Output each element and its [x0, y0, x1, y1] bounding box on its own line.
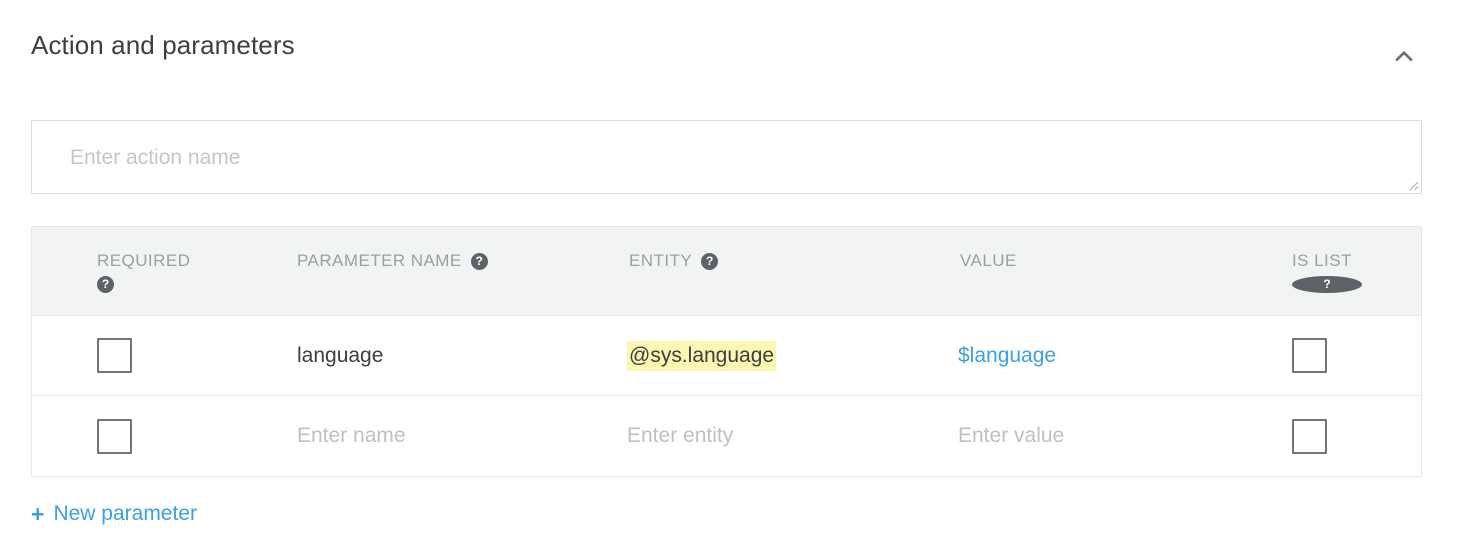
- column-header-is-list: IS LIST ?: [1196, 227, 1421, 315]
- column-header-required: REQUIRED ?: [32, 227, 202, 315]
- cell-parameter-name[interactable]: language: [202, 316, 534, 395]
- cell-entity[interactable]: Enter entity: [534, 396, 865, 476]
- required-checkbox[interactable]: [97, 419, 132, 454]
- column-header-label: VALUE: [960, 250, 1017, 272]
- column-header-label: ENTITY: [629, 250, 692, 272]
- required-checkbox[interactable]: [97, 338, 132, 373]
- collapse-section-button[interactable]: [1380, 32, 1428, 80]
- table-header-row: REQUIRED ? PARAMETER NAME ? ENTITY ? VAL…: [32, 227, 1421, 316]
- plus-icon: +: [31, 503, 44, 526]
- new-parameter-button[interactable]: + New parameter: [31, 500, 197, 528]
- entity-placeholder: Enter entity: [627, 422, 733, 450]
- column-header-label: PARAMETER NAME: [297, 250, 462, 272]
- table-row: language @sys.language $language: [32, 316, 1421, 396]
- resize-grip-icon[interactable]: [1403, 175, 1419, 191]
- cell-parameter-name[interactable]: Enter name: [202, 396, 534, 476]
- column-header-value: VALUE: [865, 227, 1196, 315]
- cell-is-list: [1196, 396, 1421, 476]
- entity-value: @sys.language: [627, 341, 776, 371]
- help-icon[interactable]: ?: [97, 276, 114, 293]
- cell-value[interactable]: $language: [865, 316, 1196, 395]
- value-placeholder: Enter value: [958, 422, 1064, 450]
- column-header-entity: ENTITY ?: [534, 227, 865, 315]
- cell-entity[interactable]: @sys.language: [534, 316, 865, 395]
- help-icon[interactable]: ?: [1292, 276, 1362, 293]
- new-parameter-label: New parameter: [53, 500, 197, 528]
- action-name-input[interactable]: Enter action name: [31, 120, 1422, 194]
- column-header-label: REQUIRED: [97, 250, 190, 272]
- parameter-name-value: language: [297, 342, 383, 370]
- parameter-value: $language: [958, 342, 1056, 370]
- is-list-checkbox[interactable]: [1292, 338, 1327, 373]
- table-row: Enter name Enter entity Enter value: [32, 396, 1421, 476]
- cell-value[interactable]: Enter value: [865, 396, 1196, 476]
- column-header-parameter-name: PARAMETER NAME ?: [202, 227, 534, 315]
- parameters-table: REQUIRED ? PARAMETER NAME ? ENTITY ? VAL…: [31, 226, 1422, 477]
- help-icon[interactable]: ?: [701, 253, 718, 270]
- chevron-up-icon: [1389, 41, 1419, 71]
- is-list-checkbox[interactable]: [1292, 419, 1327, 454]
- cell-required: [32, 396, 202, 476]
- parameter-name-placeholder: Enter name: [297, 422, 406, 450]
- cell-required: [32, 316, 202, 395]
- cell-is-list: [1196, 316, 1421, 395]
- action-name-placeholder: Enter action name: [70, 144, 240, 172]
- column-header-label: IS LIST: [1292, 250, 1352, 272]
- action-and-parameters-section-header: Action and parameters: [0, 0, 1472, 95]
- page-title: Action and parameters: [31, 28, 295, 62]
- help-icon[interactable]: ?: [471, 253, 488, 270]
